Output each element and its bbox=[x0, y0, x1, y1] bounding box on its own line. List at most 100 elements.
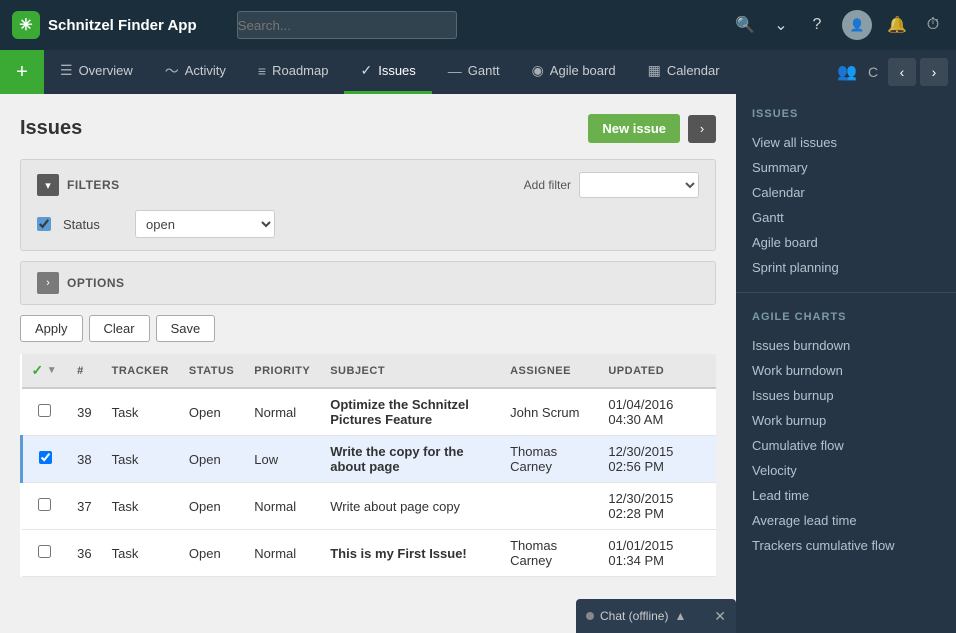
chat-close-icon[interactable]: ✕ bbox=[714, 608, 726, 625]
status-filter-name: Status bbox=[63, 217, 123, 232]
content-area: Issues New issue › ▾ FILTERS Add filter … bbox=[0, 94, 736, 633]
sub-nav-right: 👥 C ‹ › bbox=[828, 50, 956, 94]
issues-header: Issues New issue › bbox=[20, 114, 716, 143]
nav-calendar-label: Calendar bbox=[667, 63, 720, 78]
col-header-updated: UPDATED bbox=[598, 354, 716, 388]
col-header-assignee: ASSIGNEE bbox=[500, 354, 598, 388]
sidebar-item-sprint-planning[interactable]: Sprint planning bbox=[752, 255, 940, 280]
nav-issues-label: Issues bbox=[378, 63, 416, 78]
row-status: Open bbox=[179, 436, 244, 483]
row-status: Open bbox=[179, 388, 244, 436]
chevron-down-icon[interactable]: ⌄ bbox=[770, 14, 792, 36]
row-checkbox[interactable] bbox=[38, 498, 51, 511]
sidebar-item-lead-time[interactable]: Lead time bbox=[752, 483, 940, 508]
options-toggle-button[interactable]: › bbox=[37, 272, 59, 294]
app-logo: ✳ Schnitzel Finder App bbox=[12, 11, 197, 39]
row-checkbox-cell bbox=[22, 436, 68, 483]
row-updated: 12/30/2015 02:56 PM bbox=[598, 436, 716, 483]
sidebar-item-calendar[interactable]: Calendar bbox=[752, 180, 940, 205]
sidebar-item-average-lead-time[interactable]: Average lead time bbox=[752, 508, 940, 533]
sub-nav: + ☰ Overview 〜 Activity ≡ Roadmap ✓ Issu… bbox=[0, 50, 956, 94]
add-filter-select[interactable]: Status Priority Assignee bbox=[579, 172, 699, 198]
col-header-priority: PRIORITY bbox=[244, 354, 320, 388]
sidebar-issues-title: ISSUES bbox=[752, 108, 940, 120]
save-button[interactable]: Save bbox=[156, 315, 216, 342]
nav-item-overview[interactable]: ☰ Overview bbox=[44, 50, 149, 94]
row-subject[interactable]: Optimize the Schnitzel Pictures Feature bbox=[320, 388, 500, 436]
chat-label: Chat (offline) bbox=[600, 609, 668, 623]
bell-icon[interactable]: 🔔 bbox=[886, 14, 908, 36]
row-checkbox[interactable] bbox=[38, 404, 51, 417]
row-checkbox[interactable] bbox=[38, 545, 51, 558]
add-filter-label: Add filter bbox=[524, 178, 571, 192]
row-checkbox[interactable] bbox=[39, 451, 52, 464]
filters-right: Add filter Status Priority Assignee bbox=[524, 172, 699, 198]
nav-next-button[interactable]: › bbox=[920, 58, 948, 86]
nav-item-issues[interactable]: ✓ Issues bbox=[344, 50, 431, 94]
row-checkbox-cell bbox=[22, 483, 68, 530]
row-checkbox-cell bbox=[22, 530, 68, 577]
row-tracker: Task bbox=[102, 436, 179, 483]
row-subject[interactable]: Write about page copy bbox=[320, 483, 500, 530]
row-status: Open bbox=[179, 530, 244, 577]
search-input[interactable] bbox=[237, 11, 457, 39]
help-icon[interactable]: ? bbox=[806, 14, 828, 36]
people-icon[interactable]: 👥 bbox=[836, 61, 858, 83]
sidebar-issues-section: ISSUES View all issues Summary Calendar … bbox=[736, 94, 956, 288]
issues-header-right: New issue › bbox=[588, 114, 716, 143]
row-checkbox-cell bbox=[22, 388, 68, 436]
filters-toggle-button[interactable]: ▾ bbox=[37, 174, 59, 196]
table-row: 37 Task Open Normal Write about page cop… bbox=[22, 483, 717, 530]
nav-item-gantt[interactable]: — Gantt bbox=[432, 50, 516, 94]
top-nav: ✳ Schnitzel Finder App 🔍 ⌄ ? 👤 🔔 ⏱ bbox=[0, 0, 956, 50]
sidebar-item-work-burndown[interactable]: Work burndown bbox=[752, 358, 940, 383]
sidebar-item-agile-board[interactable]: Agile board bbox=[752, 230, 940, 255]
nav-item-activity[interactable]: 〜 Activity bbox=[149, 50, 242, 94]
filters-label: FILTERS bbox=[67, 178, 120, 192]
gantt-icon: — bbox=[448, 63, 462, 79]
right-sidebar: ISSUES View all issues Summary Calendar … bbox=[736, 94, 956, 633]
logo-icon: ✳ bbox=[12, 11, 40, 39]
toggle-panel-button[interactable]: › bbox=[688, 115, 716, 143]
nav-item-roadmap[interactable]: ≡ Roadmap bbox=[242, 50, 345, 94]
status-filter-checkbox[interactable] bbox=[37, 217, 51, 231]
row-subject[interactable]: Write the copy for the about page bbox=[320, 436, 500, 483]
nav-item-calendar[interactable]: ▦ Calendar bbox=[632, 50, 736, 94]
nav-item-agile-board[interactable]: ◉ Agile board bbox=[516, 50, 632, 94]
apply-button[interactable]: Apply bbox=[20, 315, 83, 342]
nav-activity-label: Activity bbox=[185, 63, 226, 78]
sidebar-item-cumulative-flow[interactable]: Cumulative flow bbox=[752, 433, 940, 458]
sidebar-item-work-burnup[interactable]: Work burnup bbox=[752, 408, 940, 433]
lock-icon[interactable]: C bbox=[862, 61, 884, 83]
sidebar-item-issues-burnup[interactable]: Issues burnup bbox=[752, 383, 940, 408]
sidebar-item-gantt[interactable]: Gantt bbox=[752, 205, 940, 230]
row-priority: Low bbox=[244, 436, 320, 483]
status-filter-value[interactable]: open closed all bbox=[135, 210, 275, 238]
options-label: OPTIONS bbox=[67, 276, 125, 290]
nav-prev-button[interactable]: ‹ bbox=[888, 58, 916, 86]
clear-button[interactable]: Clear bbox=[89, 315, 150, 342]
new-issue-button[interactable]: New issue bbox=[588, 114, 680, 143]
sidebar-item-trackers-cumulative-flow[interactable]: Trackers cumulative flow bbox=[752, 533, 940, 558]
options-header: › OPTIONS bbox=[37, 272, 699, 294]
row-assignee: Thomas Carney bbox=[500, 436, 598, 483]
calendar-icon: ▦ bbox=[648, 62, 661, 79]
avatar[interactable]: 👤 bbox=[842, 10, 872, 40]
chat-widget[interactable]: Chat (offline) ▲ ✕ bbox=[576, 599, 736, 633]
sidebar-item-issues-burndown[interactable]: Issues burndown bbox=[752, 333, 940, 358]
sidebar-agile-charts-title: AGILE CHARTS bbox=[752, 311, 940, 323]
clock-icon[interactable]: ⏱ bbox=[922, 14, 944, 36]
add-button[interactable]: + bbox=[0, 50, 44, 94]
sidebar-item-view-all-issues[interactable]: View all issues bbox=[752, 130, 940, 155]
row-subject[interactable]: This is my First Issue! bbox=[320, 530, 500, 577]
row-id: 38 bbox=[67, 436, 101, 483]
nav-overview-label: Overview bbox=[79, 63, 133, 78]
chat-expand-icon[interactable]: ▲ bbox=[674, 609, 686, 623]
col-header-tracker: TRACKER bbox=[102, 354, 179, 388]
issues-icon: ✓ bbox=[360, 62, 372, 79]
sidebar-item-velocity[interactable]: Velocity bbox=[752, 458, 940, 483]
row-assignee: John Scrum bbox=[500, 388, 598, 436]
search-icon[interactable]: 🔍 bbox=[734, 14, 756, 36]
row-tracker: Task bbox=[102, 388, 179, 436]
sidebar-item-summary[interactable]: Summary bbox=[752, 155, 940, 180]
